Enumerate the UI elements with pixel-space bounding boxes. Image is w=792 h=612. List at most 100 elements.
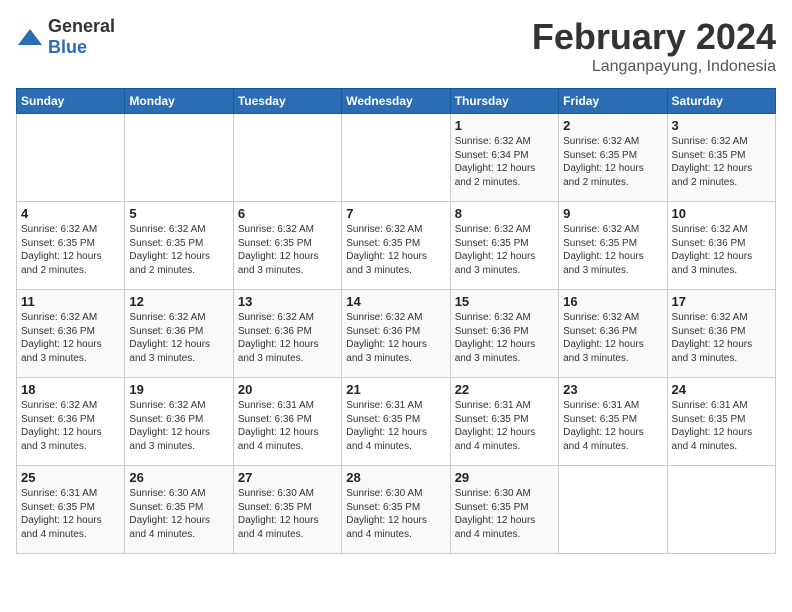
calendar-cell: 8Sunrise: 6:32 AMSunset: 6:35 PMDaylight… bbox=[450, 202, 558, 290]
calendar-cell: 10 Sunrise: 6:32 AMSunset: 6:36 PMDayligh… bbox=[667, 202, 775, 290]
day-detail: Sunrise: 6:31 AMSunset: 6:35 PMDaylight:… bbox=[672, 399, 771, 453]
calendar-cell: 20 Sunrise: 6:31 AMSunset: 6:36 PMDayligh… bbox=[233, 378, 341, 466]
day-detail: Sunrise: 6:32 AMSunset: 6:35 PMDaylight:… bbox=[563, 223, 662, 277]
calendar-body: 1 Sunrise: 6:32 AMSunset: 6:34 PMDaylight… bbox=[17, 114, 776, 554]
day-number: 18 bbox=[21, 382, 120, 397]
page-header: General Blue February 2024 Langanpayung,… bbox=[16, 16, 776, 76]
calendar-cell: 15 Sunrise: 6:32 AMSunset: 6:36 PMDayligh… bbox=[450, 290, 558, 378]
day-number: 23 bbox=[563, 382, 662, 397]
calendar-cell: 26 Sunrise: 6:30 AMSunset: 6:35 PMDayligh… bbox=[125, 466, 233, 554]
day-number: 13 bbox=[238, 294, 337, 309]
day-number: 29 bbox=[455, 470, 554, 485]
calendar-cell: 4Sunrise: 6:32 AMSunset: 6:35 PMDaylight… bbox=[17, 202, 125, 290]
calendar-cell: 6Sunrise: 6:32 AMSunset: 6:35 PMDaylight… bbox=[233, 202, 341, 290]
calendar-cell: 11 Sunrise: 6:32 AMSunset: 6:36 PMDayligh… bbox=[17, 290, 125, 378]
day-number: 27 bbox=[238, 470, 337, 485]
col-header-wednesday: Wednesday bbox=[342, 89, 450, 114]
day-detail: Sunrise: 6:32 AMSunset: 6:36 PMDaylight:… bbox=[346, 311, 445, 365]
calendar-cell: 21 Sunrise: 6:31 AMSunset: 6:35 PMDayligh… bbox=[342, 378, 450, 466]
day-number: 16 bbox=[563, 294, 662, 309]
day-number: 25 bbox=[21, 470, 120, 485]
day-detail: Sunrise: 6:32 AMSunset: 6:36 PMDaylight:… bbox=[563, 311, 662, 365]
title-block: February 2024 Langanpayung, Indonesia bbox=[532, 16, 776, 76]
calendar-header: SundayMondayTuesdayWednesdayThursdayFrid… bbox=[17, 89, 776, 114]
calendar-cell bbox=[667, 466, 775, 554]
calendar-cell: 1 Sunrise: 6:32 AMSunset: 6:34 PMDaylight… bbox=[450, 114, 558, 202]
col-header-thursday: Thursday bbox=[450, 89, 558, 114]
week-row-2: 4 Sunrise: 6:32 AMSunset: 6:35 PMDaylight… bbox=[17, 202, 776, 290]
day-detail: Sunrise: 6:32 AMSunset: 6:35 PMDaylight:… bbox=[563, 135, 662, 189]
day-number: 11 bbox=[21, 294, 120, 309]
day-detail: Sunrise: 6:32 AMSunset: 6:35 PMDaylight:… bbox=[346, 223, 445, 277]
calendar-cell: 27Sunrise: 6:30 AMSunset: 6:35 PMDayligh… bbox=[233, 466, 341, 554]
calendar-cell: 7 Sunrise: 6:32 AMSunset: 6:35 PMDaylight… bbox=[342, 202, 450, 290]
day-detail: Sunrise: 6:32 AMSunset: 6:36 PMDaylight:… bbox=[129, 311, 228, 365]
calendar-cell: 22 Sunrise: 6:31 AMSunset: 6:35 PMDayligh… bbox=[450, 378, 558, 466]
logo-general: General bbox=[48, 16, 115, 36]
day-detail: Sunrise: 6:31 AMSunset: 6:35 PMDaylight:… bbox=[346, 399, 445, 453]
col-header-friday: Friday bbox=[559, 89, 667, 114]
week-row-3: 11 Sunrise: 6:32 AMSunset: 6:36 PMDayligh… bbox=[17, 290, 776, 378]
day-number: 3 bbox=[672, 118, 771, 133]
calendar-cell: 25 Sunrise: 6:31 AMSunset: 6:35 PMDayligh… bbox=[17, 466, 125, 554]
page-title: February 2024 bbox=[532, 16, 776, 58]
day-number: 15 bbox=[455, 294, 554, 309]
day-number: 24 bbox=[672, 382, 771, 397]
day-detail: Sunrise: 6:30 AMSunset: 6:35 PMDaylight:… bbox=[455, 487, 554, 541]
day-detail: Sunrise: 6:30 AMSunset: 6:35 PMDaylight:… bbox=[129, 487, 228, 541]
calendar-cell bbox=[342, 114, 450, 202]
calendar-cell: 14 Sunrise: 6:32 AMSunset: 6:36 PMDayligh… bbox=[342, 290, 450, 378]
day-number: 7 bbox=[346, 206, 445, 221]
day-number: 9 bbox=[563, 206, 662, 221]
week-row-4: 18 Sunrise: 6:32 AMSunset: 6:36 PMDayligh… bbox=[17, 378, 776, 466]
day-detail: Sunrise: 6:31 AMSunset: 6:35 PMDaylight:… bbox=[455, 399, 554, 453]
calendar-table: SundayMondayTuesdayWednesdayThursdayFrid… bbox=[16, 88, 776, 554]
logo-icon bbox=[16, 27, 44, 47]
day-number: 2 bbox=[563, 118, 662, 133]
col-header-saturday: Saturday bbox=[667, 89, 775, 114]
day-detail: Sunrise: 6:32 AMSunset: 6:34 PMDaylight:… bbox=[455, 135, 554, 189]
calendar-cell: 13 Sunrise: 6:32 AMSunset: 6:36 PMDayligh… bbox=[233, 290, 341, 378]
day-number: 20 bbox=[238, 382, 337, 397]
day-detail: Sunrise: 6:30 AMSunset: 6:35 PMDaylight:… bbox=[346, 487, 445, 541]
day-number: 1 bbox=[455, 118, 554, 133]
day-detail: Sunrise: 6:32 AMSunset: 6:36 PMDaylight:… bbox=[672, 311, 771, 365]
day-number: 26 bbox=[129, 470, 228, 485]
day-detail: Sunrise: 6:32 AMSunset: 6:35 PMDaylight:… bbox=[672, 135, 771, 189]
day-number: 17 bbox=[672, 294, 771, 309]
calendar-cell bbox=[233, 114, 341, 202]
day-detail: Sunrise: 6:32 AMSunset: 6:36 PMDaylight:… bbox=[455, 311, 554, 365]
calendar-cell: 12 Sunrise: 6:32 AMSunset: 6:36 PMDayligh… bbox=[125, 290, 233, 378]
day-detail: Sunrise: 6:31 AMSunset: 6:35 PMDaylight:… bbox=[563, 399, 662, 453]
logo-blue: Blue bbox=[48, 37, 87, 57]
col-header-sunday: Sunday bbox=[17, 89, 125, 114]
day-number: 21 bbox=[346, 382, 445, 397]
day-detail: Sunrise: 6:32 AMSunset: 6:36 PMDaylight:… bbox=[672, 223, 771, 277]
day-detail: Sunrise: 6:31 AMSunset: 6:35 PMDaylight:… bbox=[21, 487, 120, 541]
calendar-cell: 5Sunrise: 6:32 AMSunset: 6:35 PMDaylight… bbox=[125, 202, 233, 290]
calendar-cell: 24 Sunrise: 6:31 AMSunset: 6:35 PMDayligh… bbox=[667, 378, 775, 466]
calendar-cell: 3 Sunrise: 6:32 AMSunset: 6:35 PMDaylight… bbox=[667, 114, 775, 202]
week-row-1: 1 Sunrise: 6:32 AMSunset: 6:34 PMDaylight… bbox=[17, 114, 776, 202]
day-number: 4 bbox=[21, 206, 120, 221]
calendar-cell: 18 Sunrise: 6:32 AMSunset: 6:36 PMDayligh… bbox=[17, 378, 125, 466]
day-number: 14 bbox=[346, 294, 445, 309]
day-detail: Sunrise: 6:31 AMSunset: 6:36 PMDaylight:… bbox=[238, 399, 337, 453]
calendar-cell: 29 Sunrise: 6:30 AMSunset: 6:35 PMDayligh… bbox=[450, 466, 558, 554]
calendar-cell: 9 Sunrise: 6:32 AMSunset: 6:35 PMDaylight… bbox=[559, 202, 667, 290]
day-number: 22 bbox=[455, 382, 554, 397]
day-number: 10 bbox=[672, 206, 771, 221]
week-row-5: 25 Sunrise: 6:31 AMSunset: 6:35 PMDayligh… bbox=[17, 466, 776, 554]
calendar-cell: 16 Sunrise: 6:32 AMSunset: 6:36 PMDayligh… bbox=[559, 290, 667, 378]
day-detail: Sunrise: 6:32 AMSunset: 6:36 PMDaylight:… bbox=[129, 399, 228, 453]
day-detail: Sunrise: 6:32 AMSunset: 6:36 PMDaylight:… bbox=[21, 311, 120, 365]
day-number: 6 bbox=[238, 206, 337, 221]
day-number: 12 bbox=[129, 294, 228, 309]
day-detail: Sunrise: 6:32 AMSunset: 6:36 PMDaylight:… bbox=[238, 311, 337, 365]
logo: General Blue bbox=[16, 16, 115, 58]
day-detail: Sunrise: 6:32 AMSunset: 6:36 PMDaylight:… bbox=[21, 399, 120, 453]
calendar-cell: 19Sunrise: 6:32 AMSunset: 6:36 PMDayligh… bbox=[125, 378, 233, 466]
day-number: 8 bbox=[455, 206, 554, 221]
calendar-cell: 28Sunrise: 6:30 AMSunset: 6:35 PMDayligh… bbox=[342, 466, 450, 554]
day-number: 5 bbox=[129, 206, 228, 221]
